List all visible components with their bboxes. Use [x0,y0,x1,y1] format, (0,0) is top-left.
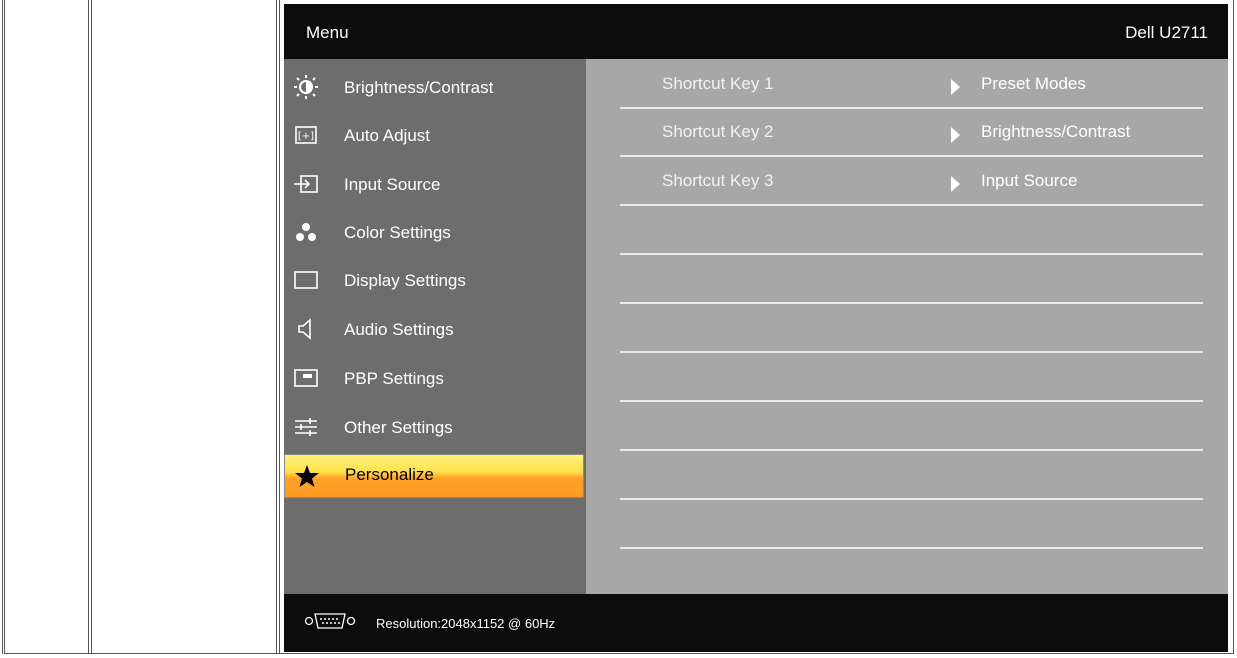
menu-title: Menu [306,23,349,42]
table-border [88,0,89,654]
osd-header: Menu Dell U2711 [284,4,1228,59]
sliders-icon [295,418,317,436]
table-border [4,653,1234,654]
brightness-icon [294,75,318,99]
menu-item-label: Color Settings [344,223,451,242]
triangle-right-icon [951,127,960,143]
menu-item-other-settings[interactable]: Other Settings [284,404,586,452]
shortcut-row-3[interactable]: Shortcut Key 3 Input Source [620,158,1203,206]
shortcut-row-1[interactable]: Shortcut Key 1 Preset Modes [620,61,1203,109]
svg-text:[+]: [+] [298,131,314,142]
row-divider [620,204,1203,206]
osd-menu: Menu Dell U2711 Brightness/Contrast [+] [284,4,1228,652]
row-divider [620,253,1203,255]
table-border [1233,0,1234,654]
shortcut-value: Brightness/Contrast [981,122,1131,141]
auto-adjust-icon: [+] [295,126,317,144]
triangle-right-icon [951,79,960,95]
monitor-model: Dell U2711 [1125,23,1208,42]
shortcut-row-2[interactable]: Shortcut Key 2 Brightness/Contrast [620,109,1203,157]
shortcut-key-label: Shortcut Key 3 [662,171,774,190]
submenu-panel: Shortcut Key 1 Preset Modes Shortcut Key… [586,59,1228,594]
menu-item-label: PBP Settings [344,369,444,388]
empty-row [620,207,1203,255]
empty-row [620,305,1203,353]
table-border [2,0,3,654]
menu-item-color-settings[interactable]: Color Settings [284,209,586,257]
color-settings-icon [296,223,316,241]
row-divider [620,351,1203,353]
shortcut-value: Input Source [981,171,1078,190]
shortcut-key-label: Shortcut Key 2 [662,122,774,141]
input-source-icon [294,175,318,193]
menu-item-display-settings[interactable]: Display Settings [284,257,586,305]
menu-item-label: Display Settings [344,271,466,290]
empty-row [620,501,1203,549]
shortcut-key-label: Shortcut Key 1 [662,74,774,93]
vga-connector-icon [304,613,356,629]
star-icon [295,465,319,487]
menu-item-label: Audio Settings [344,320,454,339]
row-divider [620,400,1203,402]
menu-item-label: Other Settings [344,418,453,437]
menu-item-personalize[interactable]: Personalize [284,454,584,498]
menu-item-label: Brightness/Contrast [344,78,494,97]
osd-footer: Resolution:2048x1152 @ 60Hz [284,594,1228,652]
menu-item-label: Input Source [344,175,441,194]
speaker-icon [298,318,311,340]
menu-list: Brightness/Contrast [+] Auto Adjust Inpu… [284,59,586,594]
pbp-icon [294,369,318,387]
table-border [279,0,280,654]
empty-row [620,452,1203,500]
table-border [276,0,277,654]
empty-row [620,354,1203,402]
empty-row [620,403,1203,451]
empty-row [620,256,1203,304]
display-settings-icon [294,271,318,289]
menu-item-auto-adjust[interactable]: [+] Auto Adjust [284,112,586,160]
shortcut-value: Preset Modes [981,74,1086,93]
menu-item-label: Auto Adjust [344,126,431,145]
table-border [91,0,92,654]
row-divider [620,155,1203,157]
row-divider [620,498,1203,500]
menu-item-brightness-contrast[interactable]: Brightness/Contrast [284,64,586,112]
triangle-right-icon [951,176,960,192]
menu-item-input-source[interactable]: Input Source [284,161,586,209]
table-border [4,0,5,654]
menu-item-pbp-settings[interactable]: PBP Settings [284,355,586,403]
resolution-status: Resolution:2048x1152 @ 60Hz [376,616,556,631]
row-divider [620,449,1203,451]
menu-item-audio-settings[interactable]: Audio Settings [284,306,586,354]
menu-item-label: Personalize [345,465,434,484]
row-divider [620,547,1203,549]
row-divider [620,302,1203,304]
